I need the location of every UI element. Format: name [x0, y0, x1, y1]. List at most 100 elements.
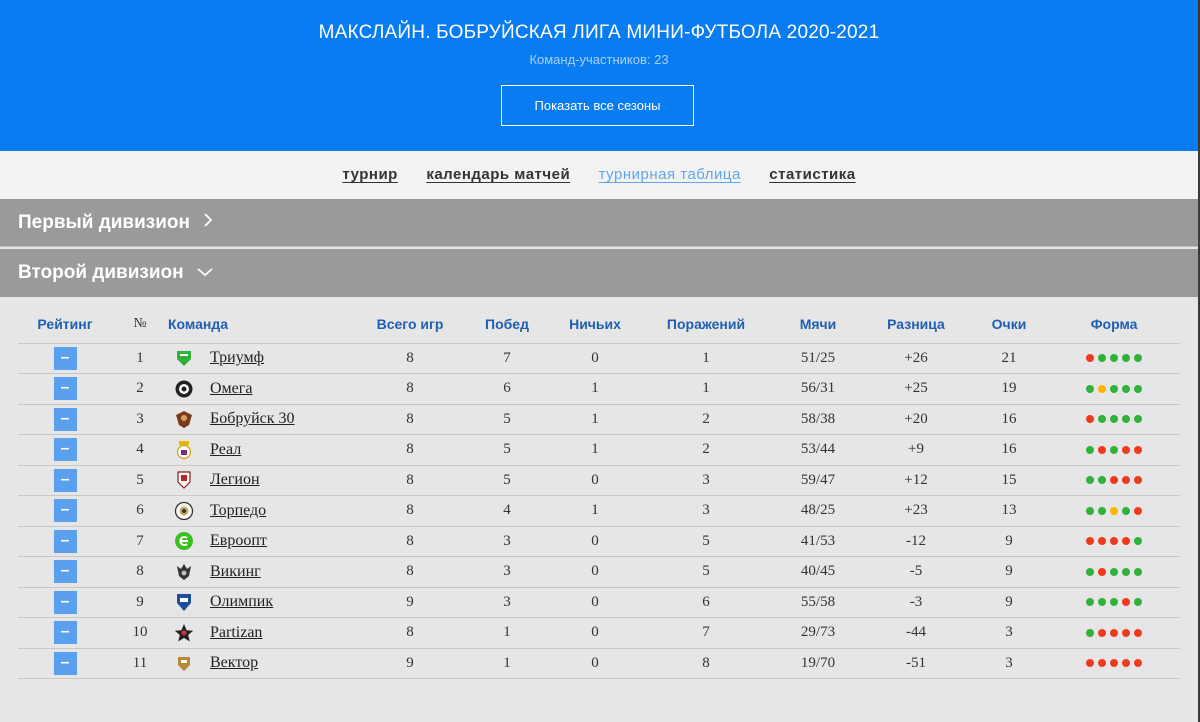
form-result-dot: [1122, 628, 1130, 637]
table-row: –10 Partizan 8 1 0 7 29/73 -44 3: [18, 617, 1180, 648]
tab-calendar[interactable]: календарь матчей: [426, 166, 570, 183]
losses-cell: 5: [638, 525, 774, 557]
rating-toggle-button[interactable]: –: [53, 621, 77, 645]
rating-toggle-button[interactable]: –: [53, 346, 77, 370]
team-link[interactable]: Реал: [210, 441, 241, 458]
team-link[interactable]: Легион: [210, 471, 260, 488]
position-cell: 3: [112, 403, 168, 435]
form-result-dot: [1134, 659, 1142, 668]
col-num[interactable]: №: [112, 305, 168, 343]
form-result-dot: [1110, 628, 1118, 637]
table-row: –8 Викинг 8 3 0 5 40/45 -5 9: [18, 556, 1180, 587]
wins-cell: 1: [462, 617, 552, 648]
col-points[interactable]: Очки: [970, 305, 1048, 343]
goals-cell: 51/25: [774, 342, 862, 374]
tab-standings[interactable]: турнирная таблица: [599, 166, 741, 183]
team-cell: Олимпик: [168, 586, 358, 618]
rating-toggle-button[interactable]: –: [53, 407, 77, 431]
col-losses[interactable]: Поражений: [638, 305, 774, 343]
form-result-dot: [1122, 598, 1130, 607]
form-result-dot: [1098, 628, 1106, 637]
team-link[interactable]: Триумф: [210, 349, 264, 366]
form-result-dot: [1122, 567, 1130, 576]
rating-toggle-button[interactable]: –: [53, 590, 77, 614]
rating-cell: –: [18, 403, 112, 435]
col-diff[interactable]: Разница: [862, 305, 970, 343]
form-result-dot: [1134, 415, 1142, 424]
team-link[interactable]: Олимпик: [210, 593, 273, 610]
team-link[interactable]: Бобруйск 30: [210, 410, 295, 427]
table-row: –2 Омега 8 6 1 1 56/31 +25 19: [18, 373, 1180, 404]
team-cell: Вектор: [168, 647, 358, 679]
team-link[interactable]: Викинг: [210, 563, 261, 580]
table-row: – 11 Вектор 9 1 0 8 19/70 -51 3: [18, 647, 1180, 679]
table-row: – 4 Реал 8 5 1 2 53/44 +9 16: [18, 434, 1180, 465]
team-link[interactable]: Вектор: [210, 654, 258, 671]
col-wins[interactable]: Побед: [462, 305, 552, 343]
team-link[interactable]: Partizan: [210, 624, 262, 641]
rating-toggle-button[interactable]: –: [53, 651, 77, 675]
team-cell: Бобруйск 30: [168, 403, 358, 435]
torpedo-logo-icon: [174, 501, 194, 521]
rating-toggle-button[interactable]: –: [53, 499, 77, 523]
diff-cell: +20: [862, 403, 970, 435]
goals-cell: 56/31: [774, 373, 862, 404]
show-all-seasons-button[interactable]: Показать все сезоны: [501, 85, 694, 126]
games-cell: 8: [358, 403, 462, 435]
rating-toggle-button[interactable]: –: [53, 468, 77, 492]
form-result-dot: [1122, 537, 1130, 546]
teams-count: Команд-участников: 23: [529, 52, 669, 67]
league-title: МАКСЛАЙН. БОБРУЙСКАЯ ЛИГА МИНИ-ФУТБОЛА 2…: [318, 22, 880, 43]
rating-toggle-button[interactable]: –: [53, 377, 77, 401]
rating-toggle-button[interactable]: –: [53, 529, 77, 553]
col-draws[interactable]: Ничьих: [552, 305, 638, 343]
standings-table-container: Рейтинг № Команда Всего игр Побед Ничьих…: [0, 297, 1198, 722]
draws-cell: 1: [552, 495, 638, 526]
rating-toggle-button[interactable]: –: [53, 560, 77, 584]
col-rating[interactable]: Рейтинг: [18, 305, 112, 343]
form-result-dot: [1098, 445, 1106, 454]
rating-cell: –: [18, 586, 112, 618]
col-goals[interactable]: Мячи: [774, 305, 862, 343]
form-cell: [1048, 556, 1180, 587]
draws-cell: 0: [552, 556, 638, 587]
form-result-dot: [1098, 354, 1106, 363]
partizan-logo-icon: [174, 623, 194, 643]
rating-cell: –: [18, 525, 112, 557]
form-cell: [1048, 434, 1180, 465]
form-result-dot: [1086, 384, 1094, 393]
team-link[interactable]: Торпедо: [210, 502, 266, 519]
rating-cell: –: [18, 556, 112, 587]
form-result-dot: [1110, 659, 1118, 668]
team-link[interactable]: Омега: [210, 380, 252, 397]
position-cell: 11: [112, 647, 168, 679]
division-second-label: Второй дивизион: [18, 262, 184, 283]
form-result-dot: [1086, 659, 1094, 668]
wins-cell: 5: [462, 464, 552, 496]
diff-cell: +12: [862, 464, 970, 496]
rating-cell: –: [18, 617, 112, 648]
diff-cell: -3: [862, 586, 970, 618]
form-result-dot: [1086, 354, 1094, 363]
diff-cell: +23: [862, 495, 970, 526]
wins-cell: 3: [462, 556, 552, 587]
col-form[interactable]: Форма: [1048, 305, 1180, 343]
col-games[interactable]: Всего игр: [358, 305, 462, 343]
col-team[interactable]: Команда: [168, 305, 358, 343]
form-indicator: [1086, 537, 1142, 546]
division-first-toggle[interactable]: Первый дивизион: [0, 199, 1198, 247]
games-cell: 8: [358, 434, 462, 465]
tab-tournament[interactable]: турнир: [342, 166, 397, 183]
form-cell: [1048, 647, 1180, 679]
standings-body: –1 Триумф 8 7 0 1 51/25 +26 21–2 Омега 8 6 1 1 56/31 +2…: [18, 342, 1180, 679]
team-link[interactable]: Евроопт: [210, 532, 267, 549]
division-second-toggle[interactable]: Второй дивизион: [0, 249, 1198, 297]
wins-cell: 6: [462, 373, 552, 404]
wins-cell: 4: [462, 495, 552, 526]
points-cell: 3: [970, 647, 1048, 679]
position-cell: 7: [112, 525, 168, 557]
rating-toggle-button[interactable]: –: [53, 438, 77, 462]
tab-statistics[interactable]: статистика: [769, 166, 855, 183]
viking-logo-icon: [174, 562, 194, 582]
goals-cell: 55/58: [774, 586, 862, 618]
